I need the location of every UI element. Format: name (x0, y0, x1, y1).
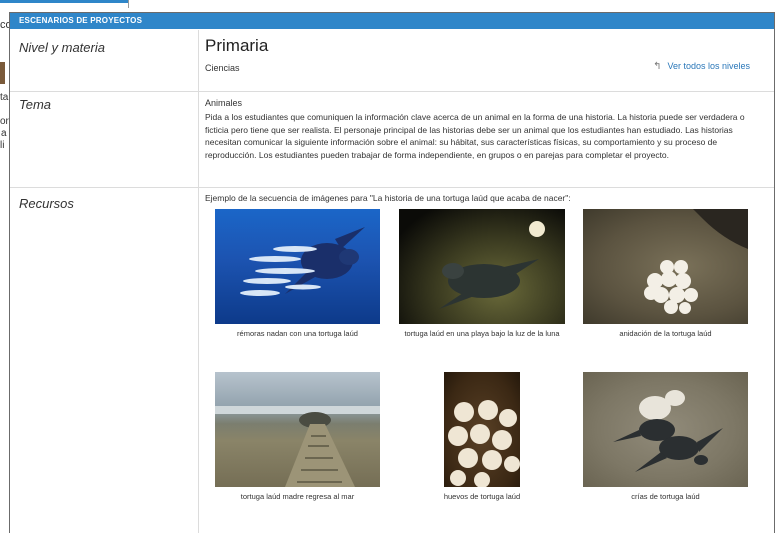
modal-header: ESCENARIOS DE PROYECTOS (10, 13, 774, 29)
hatchlings-illustration (613, 390, 723, 472)
topic-title: Animales (205, 98, 243, 108)
image-caption: tortuga laúd en una playa bajo la luz de… (404, 329, 560, 338)
view-all-levels-label: Ver todos los niveles (667, 61, 750, 71)
image-caption: tortuga laúd madre regresa al mar (240, 492, 355, 501)
resources-label: Recursos (19, 196, 74, 211)
turtle-beach-illustration (439, 221, 545, 309)
image-caption: anidación de la tortuga laúd (619, 329, 712, 338)
resources-intro: Ejemplo de la secuencia de imágenes para… (205, 193, 571, 203)
remoras-turtle-illustration (240, 227, 365, 296)
mother-turtle-sea-photo[interactable] (215, 372, 380, 487)
topic-description: Pida a los estudiantes que comuniquen la… (205, 112, 745, 160)
remoras-turtle-photo[interactable] (215, 209, 380, 324)
turtle-hatchlings-photo[interactable] (583, 372, 748, 487)
mother-turtle-illustration (215, 406, 380, 487)
background-top-bar (0, 0, 128, 3)
level-subject-label: Nivel y materia (19, 40, 105, 55)
level-title: Primaria (205, 36, 269, 55)
image-caption: crías de tortuga laúd (631, 492, 700, 501)
eggs-illustration (448, 400, 520, 487)
level-subject-row: Nivel y materia Primaria Ciencias ↰ Ver t… (10, 30, 774, 92)
nest-eggs-illustration (644, 209, 748, 314)
topic-label: Tema (19, 97, 52, 112)
turtle-eggs-photo[interactable] (444, 372, 520, 487)
topic-row: Tema Animales Pida a los estudiantes que… (10, 92, 774, 188)
background-divider (128, 0, 129, 8)
background-text-fragment: a (1, 128, 7, 139)
turtle-nesting-photo[interactable] (583, 209, 748, 324)
image-caption: huevos de tortuga laúd (443, 492, 521, 501)
subject-text: Ciencias (205, 63, 240, 73)
image-caption: rémoras nadan con una tortuga laúd (237, 329, 358, 338)
background-thumbnail (0, 62, 5, 84)
background-text-fragment: ta (0, 92, 9, 103)
level-content: Primaria Ciencias (205, 36, 268, 74)
background-text-fragment: li (0, 140, 5, 151)
view-all-levels-link[interactable]: ↰ Ver todos los niveles (653, 61, 750, 72)
turtle-beach-moonlight-photo[interactable] (399, 209, 565, 324)
resources-row: Recursos Ejemplo de la secuencia de imág… (10, 188, 774, 533)
background-text-fragment: or (0, 116, 9, 127)
project-scenarios-modal: ESCENARIOS DE PROYECTOS Nivel y materia … (9, 12, 775, 533)
reply-arrow-icon: ↰ (653, 61, 662, 72)
